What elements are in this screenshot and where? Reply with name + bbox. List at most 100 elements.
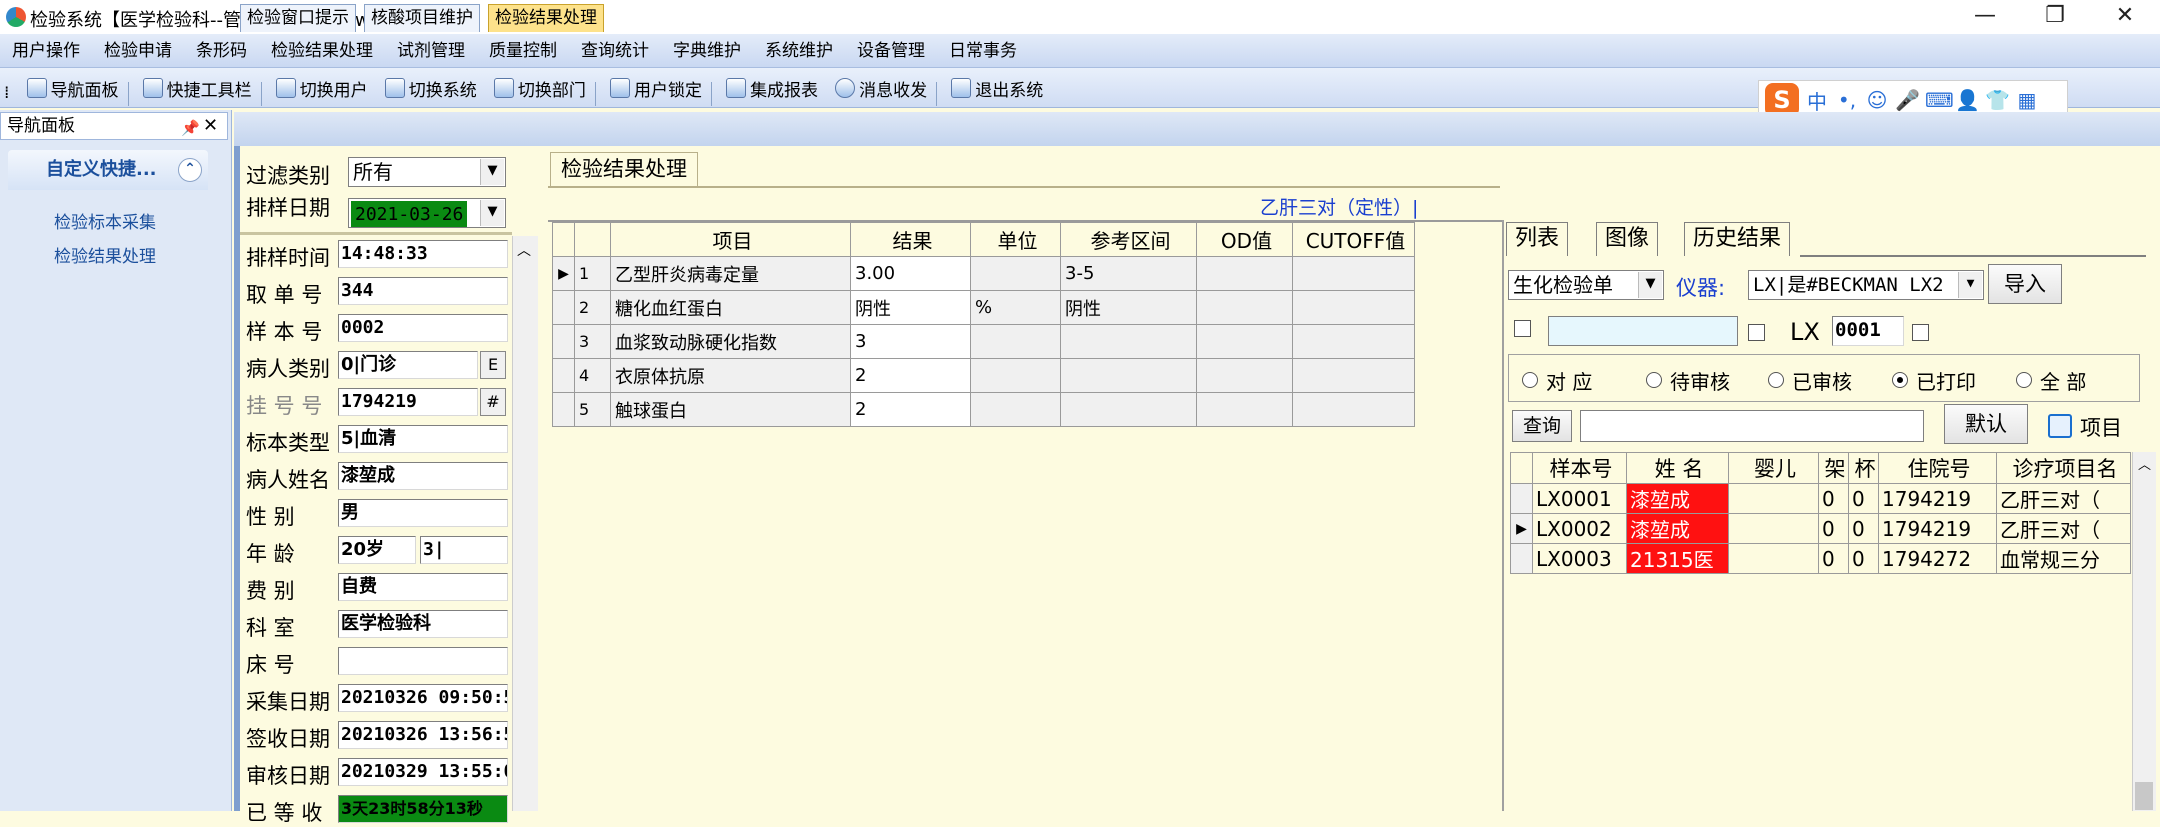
- emoji-icon[interactable]: ☺: [1865, 88, 1889, 112]
- status-radio-label[interactable]: 已审核: [1792, 366, 1852, 395]
- results-panel-tab[interactable]: 检验结果处理: [550, 152, 698, 186]
- col-name[interactable]: 姓 名: [1626, 452, 1729, 484]
- scroll-up-icon[interactable]: ︿: [2138, 454, 2151, 473]
- register-lookup-button[interactable]: #: [480, 388, 506, 416]
- nav-panel-button[interactable]: 导航面板: [21, 68, 125, 108]
- menu-device[interactable]: 设备管理: [845, 34, 937, 68]
- list-scrollbar[interactable]: ︿: [2132, 452, 2156, 811]
- tab-window-tips[interactable]: 检验窗口提示: [240, 4, 356, 32]
- field-value[interactable]: 漆堃成: [338, 462, 508, 490]
- switch-dept-button[interactable]: 切换部门: [488, 68, 592, 108]
- field-value[interactable]: 14:48:33: [338, 240, 508, 268]
- sort-date-picker[interactable]: 2021-03-26 ▼: [348, 198, 506, 228]
- field-value[interactable]: 1794219: [338, 388, 478, 416]
- patient-type-button[interactable]: E: [480, 351, 506, 379]
- result-row[interactable]: 4 衣原体抗原 2: [552, 358, 1415, 393]
- col-inpatient-no[interactable]: 住院号: [1878, 452, 1997, 484]
- switch-system-button[interactable]: 切换系统: [379, 68, 483, 108]
- quick-toolbar-button[interactable]: 快捷工具栏: [137, 68, 258, 108]
- skin-icon[interactable]: 👕: [1985, 88, 2010, 112]
- cell-result[interactable]: 2: [850, 358, 971, 393]
- col-item[interactable]: 项目: [610, 222, 851, 257]
- menu-system[interactable]: 系统维护: [753, 34, 845, 68]
- chevron-down-icon[interactable]: ▼: [480, 200, 504, 226]
- menu-query[interactable]: 查询统计: [569, 34, 661, 68]
- close-button[interactable]: ✕: [2090, 0, 2160, 34]
- punct-icon[interactable]: •,: [1835, 88, 1859, 112]
- status-radio[interactable]: [1646, 372, 1662, 388]
- field-value[interactable]: [338, 647, 508, 675]
- query-input[interactable]: [1580, 410, 1924, 442]
- menu-barcode[interactable]: 条形码: [184, 34, 259, 68]
- status-radio-label[interactable]: 待审核: [1670, 366, 1730, 395]
- status-radio[interactable]: [1522, 372, 1538, 388]
- switch-user-button[interactable]: 切换用户: [270, 68, 374, 108]
- minimize-button[interactable]: —: [1950, 0, 2020, 34]
- status-radio-label[interactable]: 已打印: [1916, 366, 1976, 395]
- filter-checkbox-3[interactable]: [1912, 324, 1929, 341]
- col-baby[interactable]: 婴儿: [1728, 452, 1819, 484]
- menu-apply[interactable]: 检验申请: [92, 34, 184, 68]
- query-button[interactable]: 查询: [1512, 410, 1572, 442]
- field-value[interactable]: 5|血清: [338, 425, 508, 453]
- cell-result[interactable]: 3.00: [850, 256, 971, 291]
- result-row[interactable]: 2 糖化血红蛋白 阴性% 阴性: [552, 290, 1415, 325]
- menu-results[interactable]: 检验结果处理: [259, 34, 385, 68]
- instrument-select[interactable]: LX|是#BECKMAN LX2 ▼: [1748, 270, 1984, 300]
- scroll-up-icon[interactable]: ︿: [517, 240, 531, 260]
- field-value[interactable]: 自费: [338, 573, 508, 601]
- form-scrollbar[interactable]: ︿: [512, 236, 538, 811]
- col-result[interactable]: 结果: [850, 222, 971, 257]
- sheet-type-select[interactable]: 生化检验单 ▼: [1508, 270, 1664, 300]
- result-row[interactable]: 5 触球蛋白 2: [552, 392, 1415, 427]
- col-cup[interactable]: 杯: [1848, 452, 1879, 484]
- chevron-down-icon[interactable]: ▼: [1958, 272, 1982, 298]
- field-value[interactable]: 医学检验科: [338, 610, 508, 638]
- menu-user-ops[interactable]: 用户操作: [0, 34, 92, 68]
- filter-checkbox-1[interactable]: [1514, 320, 1531, 337]
- status-radio[interactable]: [1892, 372, 1908, 388]
- user-lock-button[interactable]: 用户锁定: [604, 68, 708, 108]
- menu-daily[interactable]: 日常事务: [937, 34, 1029, 68]
- col-cutoff[interactable]: CUTOFF值: [1292, 222, 1415, 257]
- cell-result[interactable]: 3: [850, 324, 971, 359]
- col-project-name[interactable]: 诊疗项目名: [1996, 452, 2131, 484]
- cell-result[interactable]: 2: [850, 392, 971, 427]
- nav-group-header[interactable]: 自定义快捷... ⌃: [8, 150, 208, 190]
- messages-button[interactable]: 消息收发: [829, 68, 933, 108]
- grid-icon[interactable]: ▦: [2015, 88, 2039, 112]
- menu-reagent[interactable]: 试剂管理: [385, 34, 477, 68]
- status-radio[interactable]: [2016, 372, 2032, 388]
- status-radio-label[interactable]: 对 应: [1546, 366, 1592, 395]
- field-value[interactable]: 男: [338, 499, 508, 527]
- default-button[interactable]: 默认: [1944, 404, 2028, 444]
- field-value[interactable]: 0002: [338, 314, 508, 342]
- nav-link-sample-collection[interactable]: 检验标本采集: [54, 208, 156, 233]
- sample-row[interactable]: ▶ LX0002 漆堃成 0 0 1794219 乙肝三对（: [1510, 513, 2131, 544]
- tab-list[interactable]: 列表: [1506, 222, 1569, 256]
- result-row[interactable]: ▶ 1 乙型肝炎病毒定量 3.00 3-5: [552, 256, 1415, 291]
- status-radio-label[interactable]: 全 部: [2040, 366, 2086, 395]
- tab-image[interactable]: 图像: [1596, 222, 1659, 256]
- project-button[interactable]: 项目: [2080, 412, 2122, 442]
- filter-select[interactable]: 所有 ▼: [348, 157, 506, 187]
- age-month-field[interactable]: 3|: [420, 536, 508, 564]
- field-value[interactable]: 20210326 09:50:5: [338, 684, 508, 712]
- field-value[interactable]: 344: [338, 277, 508, 305]
- reports-button[interactable]: 集成报表: [720, 68, 824, 108]
- barcode-input[interactable]: [1548, 316, 1738, 346]
- status-radio[interactable]: [1768, 372, 1784, 388]
- chevron-up-icon[interactable]: ⌃: [178, 158, 202, 182]
- menu-dict[interactable]: 字典维护: [661, 34, 753, 68]
- keyboard-icon[interactable]: ⌨: [1925, 88, 1954, 112]
- close-icon[interactable]: ✕: [203, 113, 218, 139]
- exit-button[interactable]: 退出系统: [945, 68, 1049, 108]
- import-button[interactable]: 导入: [1988, 264, 2062, 304]
- chevron-down-icon[interactable]: ▼: [1638, 272, 1662, 298]
- scroll-thumb[interactable]: [2135, 782, 2153, 810]
- col-od[interactable]: OD值: [1196, 222, 1293, 257]
- filter-checkbox-2[interactable]: [1748, 324, 1765, 341]
- tab-history[interactable]: 历史结果: [1684, 222, 1791, 256]
- field-value[interactable]: 0|门诊: [338, 351, 478, 379]
- sample-row[interactable]: LX0001 漆堃成 0 0 1794219 乙肝三对（: [1510, 483, 2131, 514]
